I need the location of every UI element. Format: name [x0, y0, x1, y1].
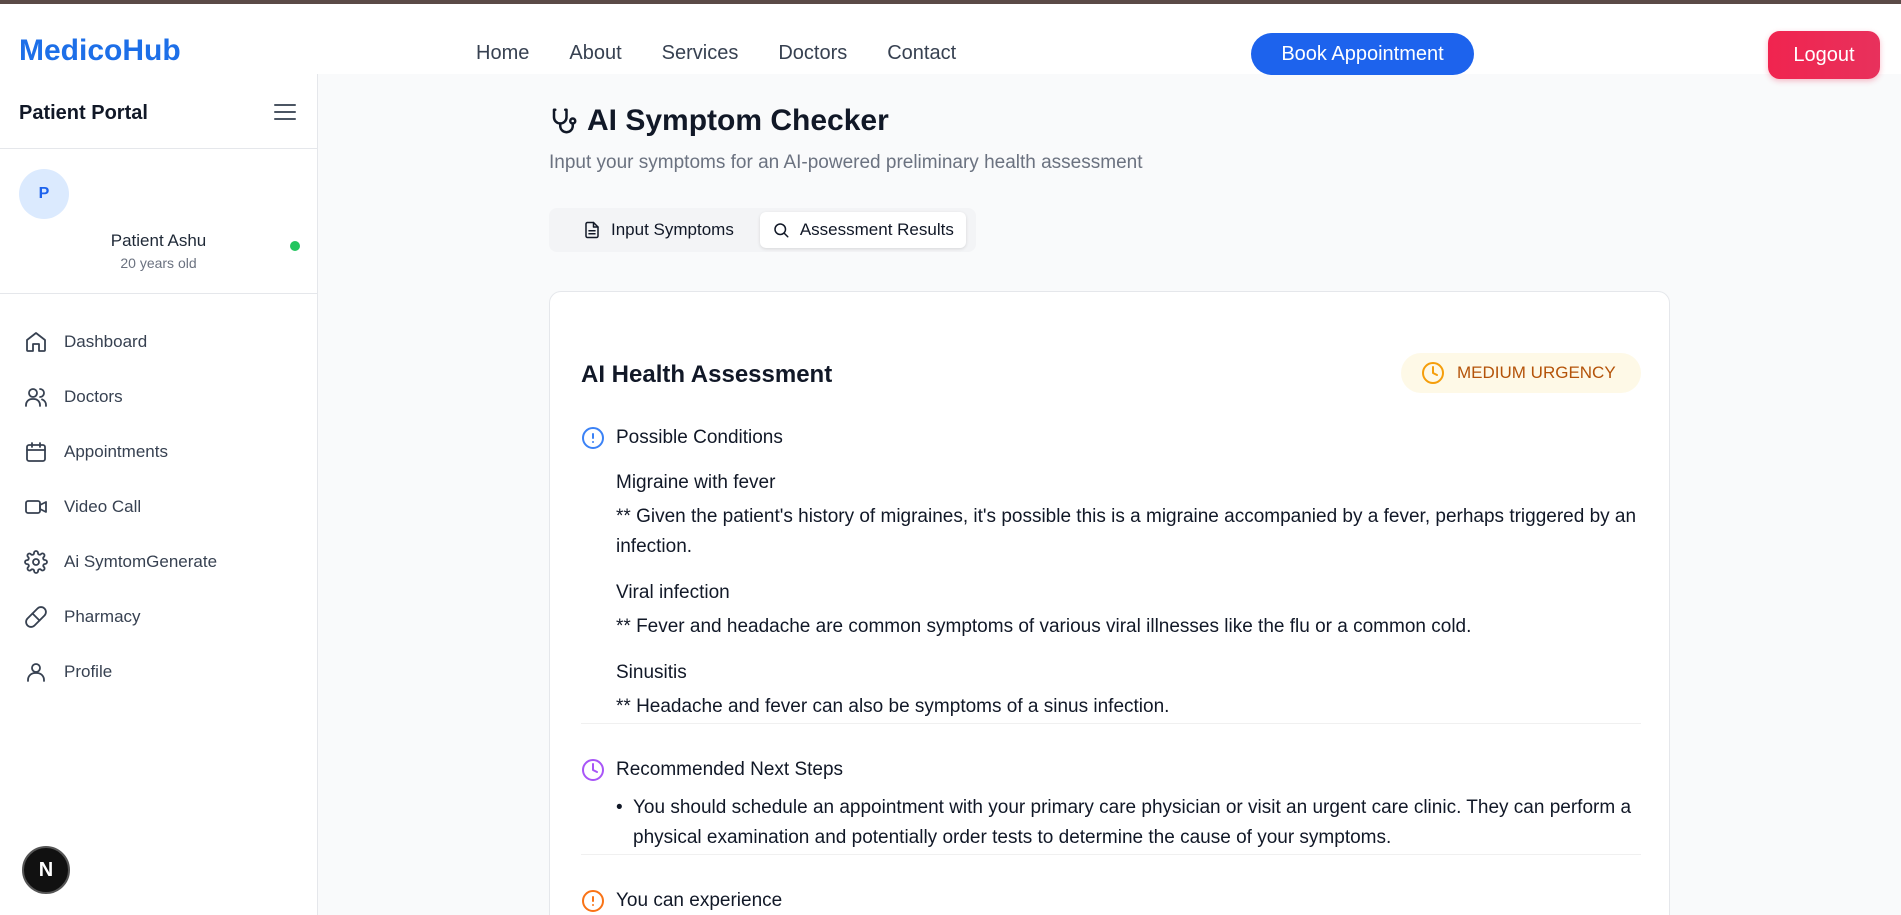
sidebar-item-ai-symptom[interactable]: Ai SymtomGenerate — [0, 534, 317, 589]
experience-heading: You can experience — [581, 889, 782, 913]
nav-link-about[interactable]: About — [569, 42, 621, 65]
tab-label: Assessment Results — [799, 220, 954, 239]
sidebar-item-profile[interactable]: Profile — [0, 644, 317, 699]
section-divider — [581, 723, 1641, 724]
nav-link-contact[interactable]: Contact — [887, 42, 956, 65]
condition-description: ** Given the patient's history of migrai… — [616, 506, 1637, 557]
urgency-badge: MEDIUM URGENCY — [1401, 353, 1641, 393]
condition-item: Migraine with fever ** Given the patient… — [616, 472, 1646, 562]
logout-button[interactable]: Logout — [1768, 31, 1880, 79]
users-icon — [25, 387, 47, 407]
condition-name: Migraine with fever — [616, 472, 776, 493]
tab-bar: Input Symptoms Assessment Results — [549, 208, 976, 252]
tab-assessment-results[interactable]: Assessment Results — [759, 212, 966, 248]
sidebar-item-pharmacy[interactable]: Pharmacy — [0, 589, 317, 644]
alert-circle-icon — [582, 890, 604, 912]
nav-link-home[interactable]: Home — [476, 42, 529, 65]
sidebar-header: Patient Portal — [0, 74, 317, 149]
next-step-item: • You should schedule an appointment wit… — [616, 793, 1646, 853]
condition-description: ** Fever and headache are common symptom… — [616, 616, 1472, 637]
sidebar-item-dashboard[interactable]: Dashboard — [0, 314, 317, 369]
nav-link-services[interactable]: Services — [662, 42, 739, 65]
sidebar-item-label: Doctors — [64, 386, 123, 406]
condition-item: Viral infection ** Fever and headache ar… — [616, 582, 1646, 642]
navbar: MedicoHub Home About Services Doctors Co… — [0, 4, 1901, 79]
condition-name: Viral infection — [616, 582, 730, 603]
sidebar-item-label: Pharmacy — [64, 606, 141, 626]
section-divider — [581, 854, 1641, 855]
document-icon — [585, 221, 599, 239]
home-icon — [26, 331, 46, 352]
conditions-heading: Possible Conditions — [581, 426, 783, 450]
calendar-icon — [26, 441, 46, 462]
clock-icon — [582, 759, 604, 781]
page-subtitle: Input your symptoms for an AI-powered pr… — [549, 152, 1143, 173]
nav-link-doctors[interactable]: Doctors — [778, 42, 847, 65]
alert-circle-icon — [582, 427, 604, 449]
pill-icon — [25, 605, 47, 628]
sidebar-title: Patient Portal — [19, 102, 148, 124]
user-icon — [27, 662, 45, 682]
book-appointment-button[interactable]: Book Appointment — [1251, 33, 1474, 75]
nav-links: Home About Services Doctors Contact — [476, 42, 956, 65]
sidebar-item-label: Appointments — [64, 441, 168, 461]
condition-description: ** Headache and fever can also be sympto… — [616, 696, 1170, 717]
section-heading-label: You can experience — [616, 890, 783, 911]
sidebar-item-label: Profile — [64, 661, 113, 681]
next-steps-heading: Recommended Next Steps — [581, 758, 843, 782]
sidebar-item-label: Ai SymtomGenerate — [64, 551, 218, 571]
sidebar-item-doctors[interactable]: Doctors — [0, 369, 317, 424]
tab-input-symptoms[interactable]: Input Symptoms — [571, 212, 746, 248]
brand-logo[interactable]: MedicoHub — [19, 34, 181, 68]
patient-age: 20 years old — [120, 255, 197, 271]
gear-icon — [24, 549, 48, 574]
bullet-dot: • — [616, 797, 623, 818]
assessment-title: AI Health Assessment — [581, 361, 833, 388]
dev-badge[interactable]: N — [22, 846, 70, 894]
tab-label: Input Symptoms — [611, 220, 734, 239]
sidebar: Patient Portal P Patient Ashu 20 years o… — [0, 74, 318, 915]
stethoscope-icon — [552, 108, 577, 134]
sidebar-menu: Dashboard Doctors Appointments Video Cal… — [0, 314, 317, 699]
sidebar-item-label: Video Call — [64, 496, 142, 516]
sidebar-item-video-call[interactable]: Video Call — [0, 479, 317, 534]
page-title-row: AI Symptom Checker — [549, 104, 889, 138]
sidebar-item-label: Dashboard — [64, 331, 148, 351]
section-heading-label: Recommended Next Steps — [616, 759, 844, 780]
condition-name: Sinusitis — [616, 662, 687, 683]
hamburger-menu-icon[interactable] — [274, 104, 296, 122]
condition-item: Sinusitis ** Headache and fever can also… — [616, 662, 1646, 722]
section-heading-label: Possible Conditions — [616, 427, 783, 448]
page-title: AI Symptom Checker — [587, 104, 889, 137]
avatar: P — [19, 169, 69, 219]
next-step-text: You should schedule an appointment with … — [633, 797, 1632, 848]
clock-icon — [1422, 362, 1444, 384]
patient-profile-card: P Patient Ashu 20 years old — [0, 149, 317, 294]
video-icon — [25, 499, 47, 514]
patient-name: Patient Ashu — [110, 231, 207, 250]
sidebar-item-appointments[interactable]: Appointments — [0, 424, 317, 479]
search-icon — [774, 223, 789, 238]
assessment-card: AI Health Assessment MEDIUM URGENCY Poss… — [549, 291, 1670, 915]
urgency-label: MEDIUM URGENCY — [1457, 363, 1616, 382]
